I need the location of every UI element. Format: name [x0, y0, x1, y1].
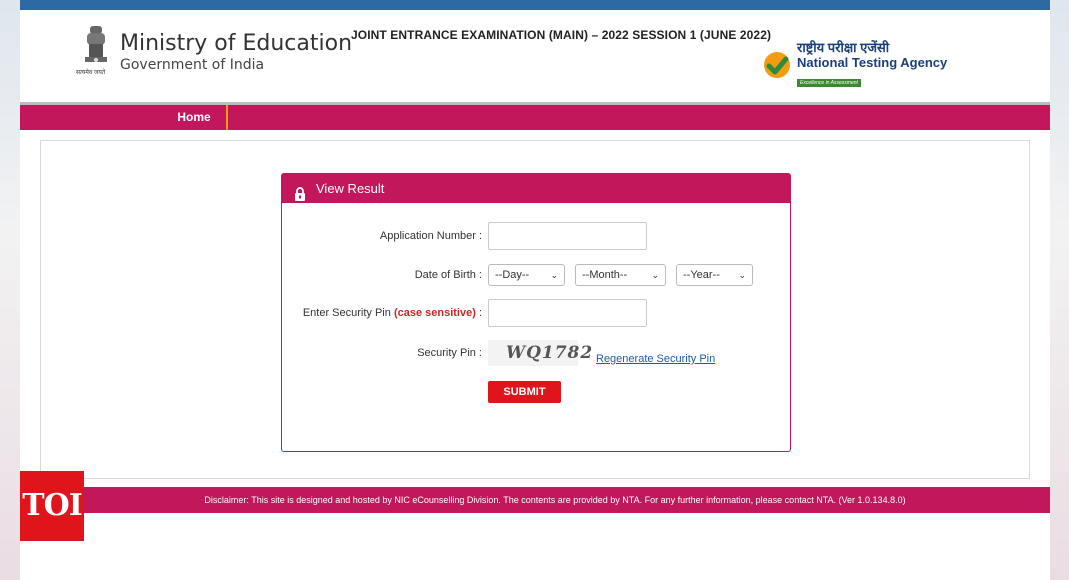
application-number-row: Application Number : — [282, 222, 647, 250]
captcha-text: WQ1782 — [506, 343, 594, 363]
dob-row: Date of Birth : --Day-- ⌄ --Month-- ⌄ --… — [282, 264, 763, 286]
site-header: सत्यमेव जयते Ministry of Education Gover… — [20, 10, 1050, 102]
label-colon: : — [478, 307, 482, 319]
right-edge — [1049, 0, 1069, 580]
submit-button[interactable]: SUBMIT — [488, 381, 561, 403]
national-emblem-icon: सत्यमेव जयते — [76, 24, 112, 84]
dob-day-value: --Day-- — [495, 269, 530, 281]
security-pin-entry-label: Enter Security Pin (case sensitive) : — [282, 307, 488, 319]
application-number-input[interactable] — [488, 222, 647, 250]
ministry-subtitle: Government of India — [120, 57, 265, 73]
content-area: View Result Application Number : Date of… — [40, 140, 1030, 479]
view-result-panel: View Result Application Number : Date of… — [281, 173, 791, 452]
security-pin-input[interactable] — [488, 299, 647, 327]
top-strip — [20, 0, 1050, 10]
security-pin-label: Security Pin : — [417, 347, 482, 359]
dob-day-select[interactable]: --Day-- ⌄ — [488, 264, 565, 286]
security-pin-entry-row: Enter Security Pin (case sensitive) : — [282, 299, 647, 327]
nta-logo-block: राष्ट्रीय परीक्षा एजेंसी National Testin… — [762, 40, 947, 89]
chevron-down-icon: ⌄ — [738, 269, 746, 280]
dob-year-select[interactable]: --Year-- ⌄ — [676, 264, 753, 286]
chevron-down-icon: ⌄ — [550, 269, 558, 280]
footer-disclaimer: Disclaimer: This site is designed and ho… — [20, 487, 1050, 513]
panel-title: View Result — [316, 181, 385, 196]
chevron-down-icon: ⌄ — [651, 269, 659, 280]
exam-title: JOINT ENTRANCE EXAMINATION (MAIN) – 2022… — [351, 28, 772, 42]
lock-icon — [294, 182, 306, 201]
case-sensitive-note: (case sensitive) — [393, 307, 476, 319]
emblem-motto: सत्यमेव जयते — [76, 70, 106, 76]
left-edge — [0, 0, 20, 580]
ministry-logo-block: सत्यमेव जयते Ministry of Education Gover… — [76, 24, 353, 84]
page: सत्यमेव जयते Ministry of Education Gover… — [20, 0, 1050, 580]
security-pin-entry-text: Enter Security Pin — [302, 307, 391, 319]
main-nav: Home — [20, 102, 1050, 130]
regenerate-security-pin-link[interactable]: Regenerate Security Pin — [596, 353, 715, 365]
dob-month-select[interactable]: --Month-- ⌄ — [575, 264, 666, 286]
dob-year-value: --Year-- — [683, 269, 720, 281]
nta-check-icon — [764, 51, 790, 78]
ministry-title: Ministry of Education — [120, 31, 353, 56]
application-number-label: Application Number : — [379, 230, 482, 242]
nta-tagline: Excellence in Assessment — [797, 79, 861, 87]
captcha-row: Security Pin : WQ1782 Regenerate Securit… — [282, 340, 715, 366]
nta-hindi-name: राष्ट्रीय परीक्षा एजेंसी — [797, 40, 890, 55]
captcha-image: WQ1782 — [488, 340, 592, 366]
dob-label: Date of Birth : — [414, 269, 482, 281]
toi-watermark-logo: TOI — [20, 471, 84, 541]
dob-month-value: --Month-- — [582, 269, 628, 281]
panel-header: View Result — [282, 174, 790, 203]
nta-english-name: National Testing Agency — [797, 55, 948, 70]
nav-home-link[interactable]: Home — [162, 105, 228, 130]
